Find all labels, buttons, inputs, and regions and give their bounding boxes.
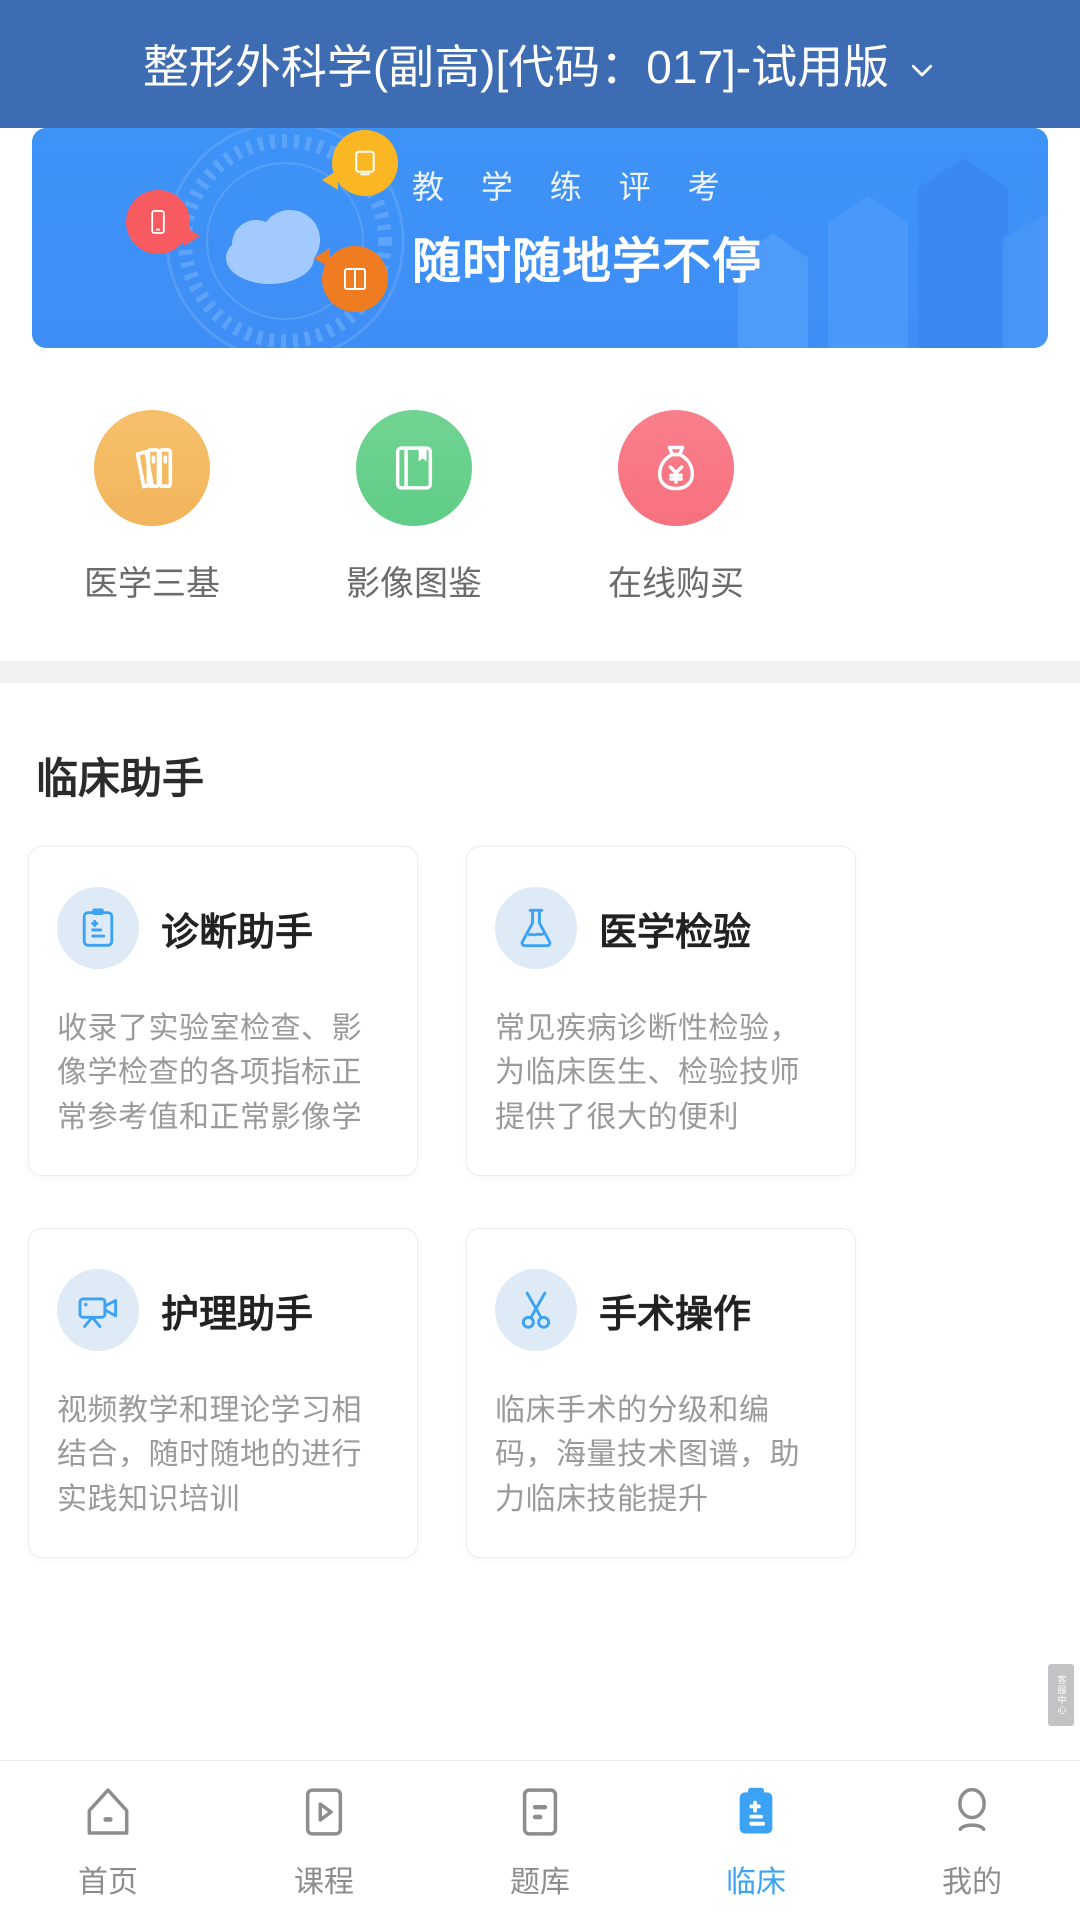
nav-label: 临床 [726,1866,786,1899]
nav-item-home[interactable]: 首页 [0,1779,216,1901]
card-description: 收录了实验室检查、影像学检查的各项指标正常参考值和正常影像学 [57,1012,362,1134]
nav-label: 题库 [510,1866,570,1899]
nav-label: 课程 [294,1866,354,1899]
clinical-card-surgery[interactable]: 手术操作 临床手术的分级和编码，海量技术图谱，助力临床技能提升 [466,1228,856,1558]
quick-link-imaging-atlas[interactable]: 影像图鉴 [304,410,524,605]
card-description: 视频教学和理论学习相结合，随时随地的进行实践知识培训 [57,1394,362,1516]
flask-icon [495,887,577,969]
nav-label: 首页 [78,1866,138,1899]
card-description: 临床手术的分级和编码，海量技术图谱，助力临床技能提升 [495,1394,800,1516]
side-tab-label: 客服中心 [1056,1675,1067,1715]
banner-headline: 随时随地学不停 [412,235,763,289]
card-header: 护理助手 [57,1269,389,1351]
clinical-assistant-section: 临床助手 诊断助手 收录了实验室检查、影像学检查的各项指标正常参考值和正常影像学… [0,683,1080,1558]
quick-links-row: 医学三基 影像图鉴 在线购买 [0,348,1080,661]
card-title: 护理助手 [161,1293,314,1336]
banner-text-block: 教 学 练 评 考 随时随地学不停 [412,162,762,293]
bottom-navigation-bar: 首页 课程 题库 临床 我的 [0,1760,1080,1920]
question-bank-icon [512,1779,568,1845]
app-header: 整形外科学(副高)[代码：017]-试用版 [0,0,1080,128]
phone-bubble-icon [126,190,200,254]
person-icon [944,1779,1000,1845]
video-camera-icon [57,1269,139,1351]
clinical-card-grid: 诊断助手 收录了实验室检查、影像学检查的各项指标正常参考值和正常影像学 医学检验… [28,846,1052,1558]
quick-link-medical-basics[interactable]: 医学三基 [42,410,262,605]
book-bookmark-icon [356,410,472,526]
card-description: 常见疾病诊断性检验，为临床医生、检验技师提供了很大的便利 [495,1012,800,1134]
quick-link-label: 医学三基 [84,565,220,603]
promo-banner[interactable]: 教 学 练 评 考 随时随地学不停 [32,128,1048,348]
nav-item-clinical[interactable]: 临床 [648,1779,864,1901]
content-scroll-area[interactable]: 教 学 练 评 考 随时随地学不停 医学三基 影像图鉴 在线购买 临床助手 诊断… [0,128,1080,1760]
chevron-down-icon[interactable] [907,55,937,85]
card-title: 诊断助手 [161,911,314,954]
card-header: 诊断助手 [57,887,389,969]
tablet-bubble-icon [322,130,398,196]
home-icon [80,1779,136,1845]
scissors-icon [495,1269,577,1351]
clinical-card-nursing[interactable]: 护理助手 视频教学和理论学习相结合，随时随地的进行实践知识培训 [28,1228,418,1558]
card-header: 医学检验 [495,887,827,969]
quick-link-label: 影像图鉴 [346,565,482,603]
card-header: 手术操作 [495,1269,827,1351]
clinical-card-diagnosis[interactable]: 诊断助手 收录了实验室检查、影像学检查的各项指标正常参考值和正常影像学 [28,846,418,1176]
header-title-group[interactable]: 整形外科学(副高)[代码：017]-试用版 [143,31,937,97]
section-title: 临床助手 [36,755,205,802]
nav-item-course[interactable]: 课程 [216,1779,432,1901]
book-bubble-icon [314,246,388,312]
money-bag-yuan-icon [618,410,734,526]
banner-buildings-decor [738,158,1048,348]
nav-item-profile[interactable]: 我的 [864,1779,1080,1901]
clinical-card-lab-test[interactable]: 医学检验 常见疾病诊断性检验，为临床医生、检验技师提供了很大的便利 [466,846,856,1176]
page-title: 整形外科学(副高)[代码：017]-试用版 [142,41,890,93]
nav-item-question-bank[interactable]: 题库 [432,1779,648,1901]
clipboard-medical-icon [728,1779,784,1845]
nav-label: 我的 [942,1866,1002,1899]
banner-wrapper: 教 学 练 评 考 随时随地学不停 [0,128,1080,348]
app-root: 整形外科学(副高)[代码：017]-试用版 教 学 练 评 考 随时随地学不停 … [0,0,1080,1920]
quick-link-label: 在线购买 [608,565,744,603]
books-icon [94,410,210,526]
card-title: 手术操作 [599,1293,752,1336]
video-play-icon [296,1779,352,1845]
clipboard-medical-icon [57,887,139,969]
banner-tagline: 教 学 练 评 考 [412,169,734,205]
card-title: 医学检验 [599,911,752,954]
section-divider [0,661,1080,683]
quick-link-online-purchase[interactable]: 在线购买 [566,410,786,605]
customer-service-side-tab[interactable]: 客服中心 [1048,1664,1074,1726]
